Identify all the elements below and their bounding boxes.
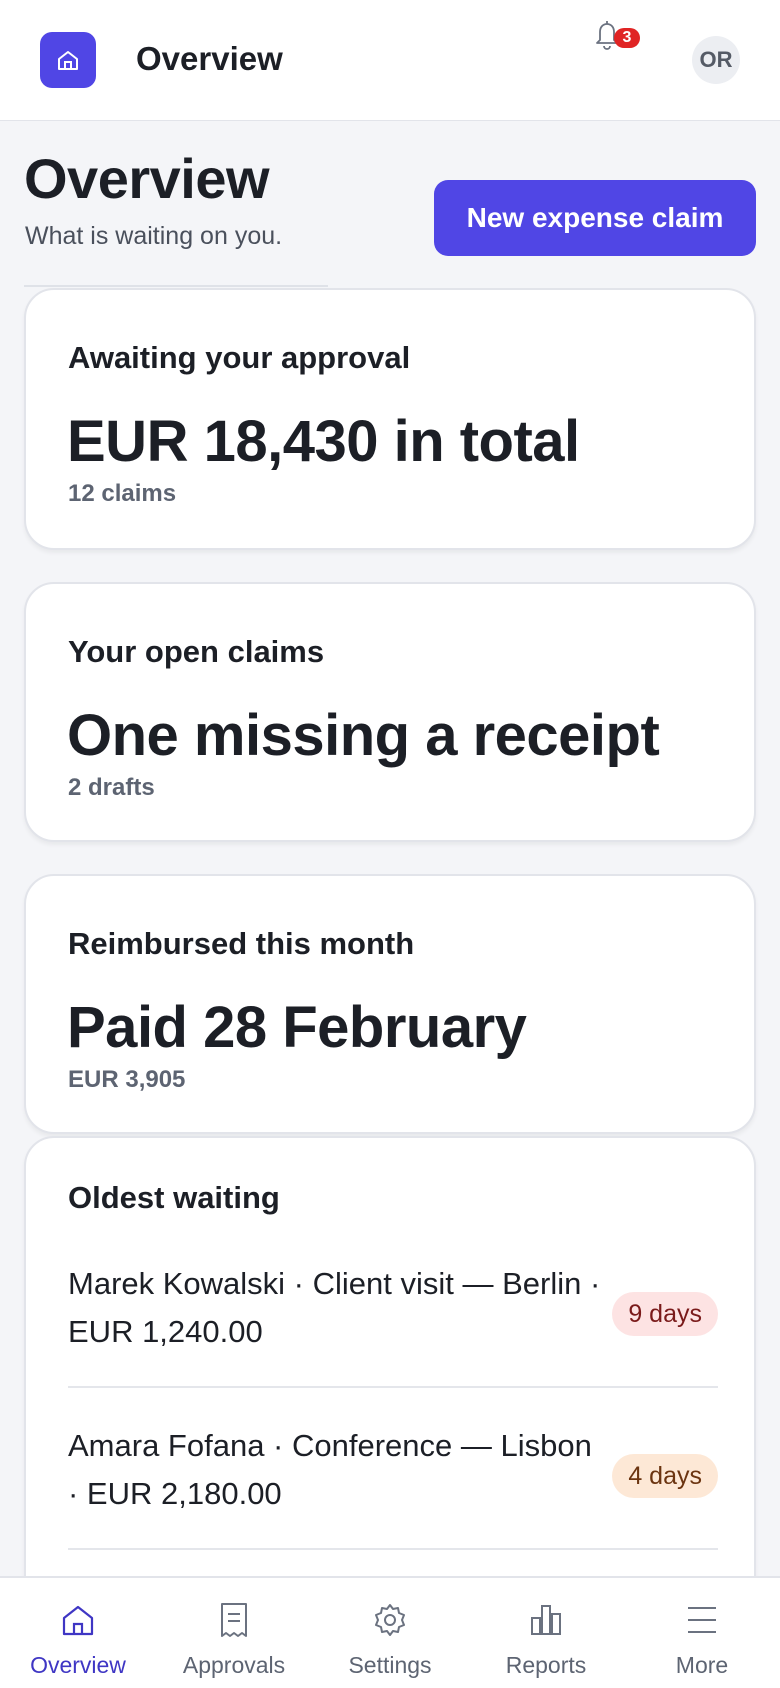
row-divider [68, 1548, 718, 1550]
home-icon [58, 51, 78, 70]
waiting-age-badge: 9 days [612, 1292, 718, 1336]
claim-summary: Amara Fofana · Conference — Lisbon · EUR… [68, 1428, 592, 1511]
page-subtitle: What is waiting on you. [25, 222, 283, 250]
gear-icon [375, 1604, 405, 1636]
new-expense-claim-button[interactable]: New expense claim [434, 180, 756, 256]
card-label: Oldest waiting [68, 1180, 280, 1215]
page-title: Overview [24, 147, 270, 210]
nav-label: Settings [348, 1652, 432, 1678]
bar-chart-icon [531, 1605, 561, 1635]
receipt-icon [221, 1603, 247, 1637]
awaiting-approval-card[interactable]: Awaiting your approval EUR 18,430 in tot… [24, 288, 756, 550]
bottom-navigation: Overview Approvals Settings Reports More [0, 1576, 780, 1688]
card-label: Your open claims [68, 634, 325, 669]
card-label: Reimbursed this month [68, 926, 415, 961]
nav-item-approvals[interactable]: Approvals [156, 1578, 312, 1688]
user-avatar[interactable]: OR [692, 36, 740, 84]
list-item[interactable]: Marek Kowalski · Client visit — Berlin ·… [68, 1260, 718, 1422]
card-meta: 12 claims [68, 480, 177, 507]
claim-summary: Marek Kowalski · Client visit — Berlin ·… [68, 1266, 601, 1349]
card-label: Awaiting your approval [68, 340, 411, 375]
nav-label: Reports [505, 1652, 587, 1678]
row-divider [68, 1386, 718, 1388]
header-divider [24, 285, 328, 287]
card-meta: 2 drafts [68, 774, 155, 801]
card-value: Paid 28 February [67, 995, 527, 1060]
card-value: One missing a receipt [67, 703, 660, 768]
reimbursed-card[interactable]: Reimbursed this month Paid 28 February E… [24, 874, 756, 1134]
nav-label: Approvals [182, 1652, 286, 1678]
waiting-age-badge: 4 days [612, 1454, 718, 1498]
notification-count-badge: 3 [614, 28, 640, 48]
nav-item-more[interactable]: More [624, 1578, 780, 1688]
nav-label: More [675, 1652, 729, 1678]
nav-item-settings[interactable]: Settings [312, 1578, 468, 1688]
open-claims-card[interactable]: Your open claims One missing a receipt 2… [24, 582, 756, 842]
nav-label: Overview [30, 1652, 126, 1678]
top-app-bar: Overview 3 OR [0, 0, 780, 121]
menu-icon [688, 1607, 716, 1633]
app-bar-title: Overview [136, 40, 283, 77]
home-icon [62, 1605, 94, 1636]
nav-item-overview[interactable]: Overview [0, 1578, 156, 1688]
app-logo[interactable] [40, 32, 96, 88]
list-item[interactable]: Amara Fofana · Conference — Lisbon · EUR… [68, 1422, 718, 1584]
nav-item-reports[interactable]: Reports [468, 1578, 624, 1688]
card-value: EUR 18,430 in total [67, 409, 580, 474]
card-meta: EUR 3,905 [68, 1066, 186, 1093]
